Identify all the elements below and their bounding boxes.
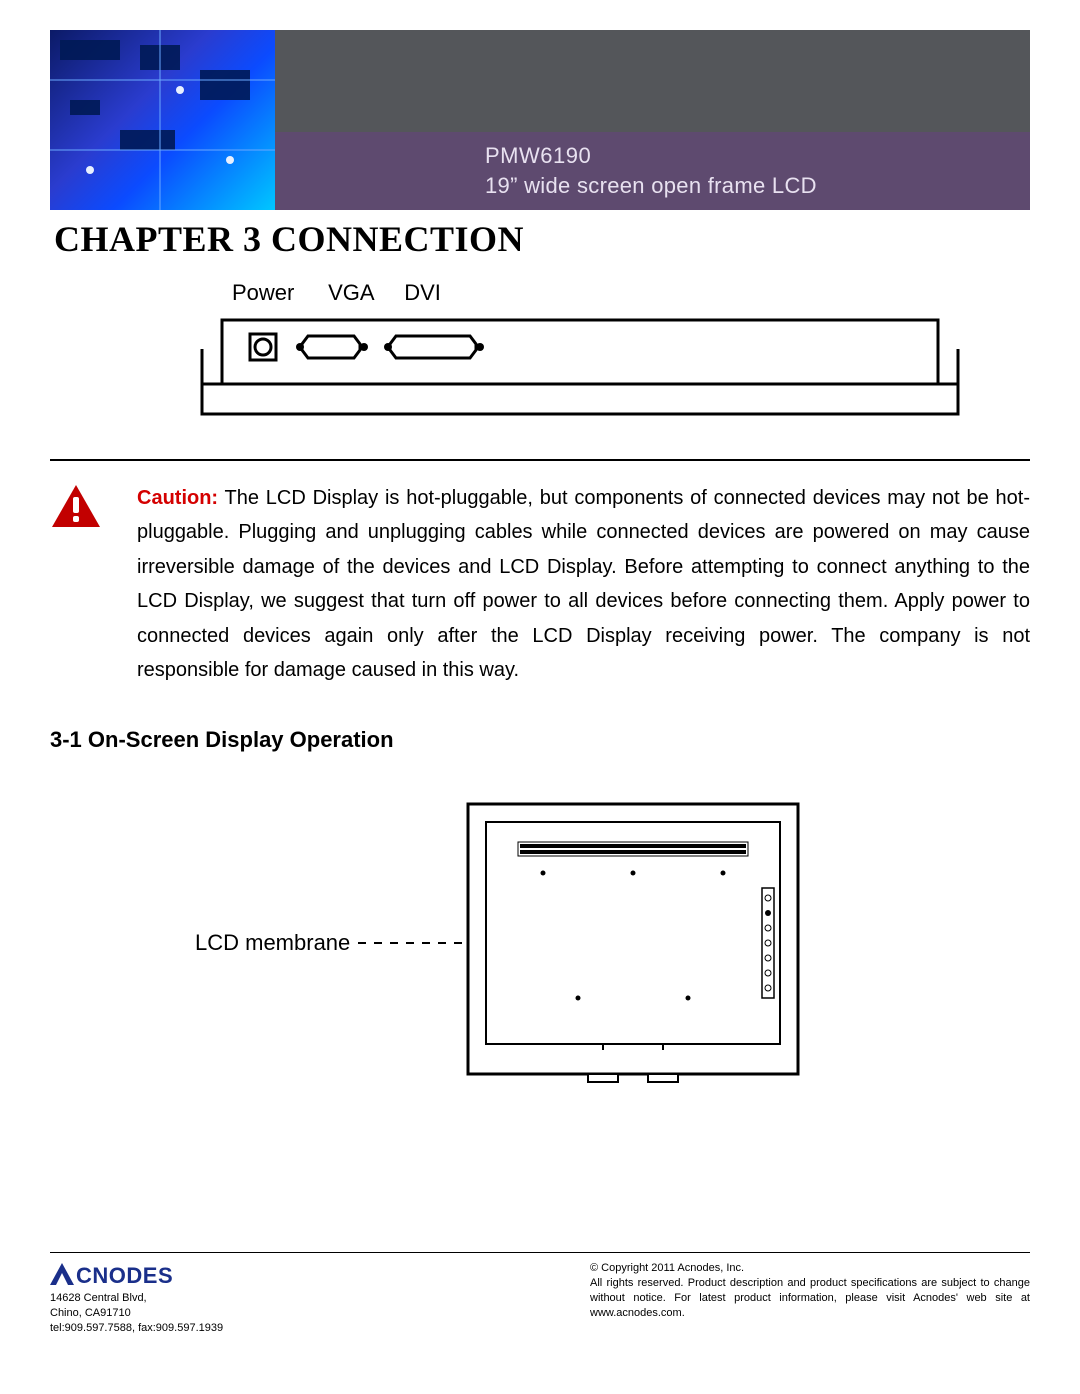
logo-icon <box>50 1263 74 1285</box>
osd-figure <box>358 798 898 1088</box>
product-description: 19” wide screen open frame LCD <box>485 171 1030 201</box>
footer-rule <box>50 1252 1030 1253</box>
header-banner: PMW6190 19” wide screen open frame LCD <box>275 30 1030 210</box>
logo-text: CNODES <box>76 1263 173 1289</box>
footer-address-line2: Chino, CA91710 <box>50 1306 223 1321</box>
company-logo: CNODES <box>50 1261 223 1289</box>
page-header: PMW6190 19” wide screen open frame LCD <box>50 30 1030 210</box>
divider-rule <box>50 459 1030 461</box>
footer-address-line1: 14628 Central Blvd, <box>50 1291 223 1306</box>
label-dvi: DVI <box>404 280 441 306</box>
footer-copyright: © Copyright 2011 Acnodes, Inc. <box>590 1261 1030 1276</box>
section-heading-3-1: 3-1 On-Screen Display Operation <box>50 727 1030 753</box>
caution-block: Caution: The LCD Display is hot-pluggabl… <box>50 481 1030 687</box>
connection-ports-figure <box>200 314 960 419</box>
header-decorative-image <box>50 30 275 210</box>
footer-legal: All rights reserved. Product description… <box>590 1276 1030 1321</box>
osd-diagram: LCD membrane <box>50 798 1030 1088</box>
page-footer: CNODES 14628 Central Blvd, Chino, CA9171… <box>50 1252 1030 1336</box>
footer-contact: tel:909.597.7588, fax:909.597.1939 <box>50 1321 223 1336</box>
caution-body: The LCD Display is hot-pluggable, but co… <box>137 487 1030 681</box>
caution-label: Caution: <box>137 487 218 509</box>
caution-text: Caution: The LCD Display is hot-pluggabl… <box>137 481 1030 687</box>
warning-icon <box>50 483 102 687</box>
label-power: Power <box>232 280 322 306</box>
footer-left: CNODES 14628 Central Blvd, Chino, CA9171… <box>50 1261 223 1336</box>
osd-callout-label: LCD membrane <box>195 930 350 956</box>
label-vga: VGA <box>328 280 398 306</box>
chapter-title: CHAPTER 3 CONNECTION <box>54 218 1030 260</box>
connection-diagram: Power VGA DVI <box>50 280 1030 424</box>
product-model: PMW6190 <box>485 141 1030 171</box>
footer-right: © Copyright 2011 Acnodes, Inc. All right… <box>590 1261 1030 1320</box>
